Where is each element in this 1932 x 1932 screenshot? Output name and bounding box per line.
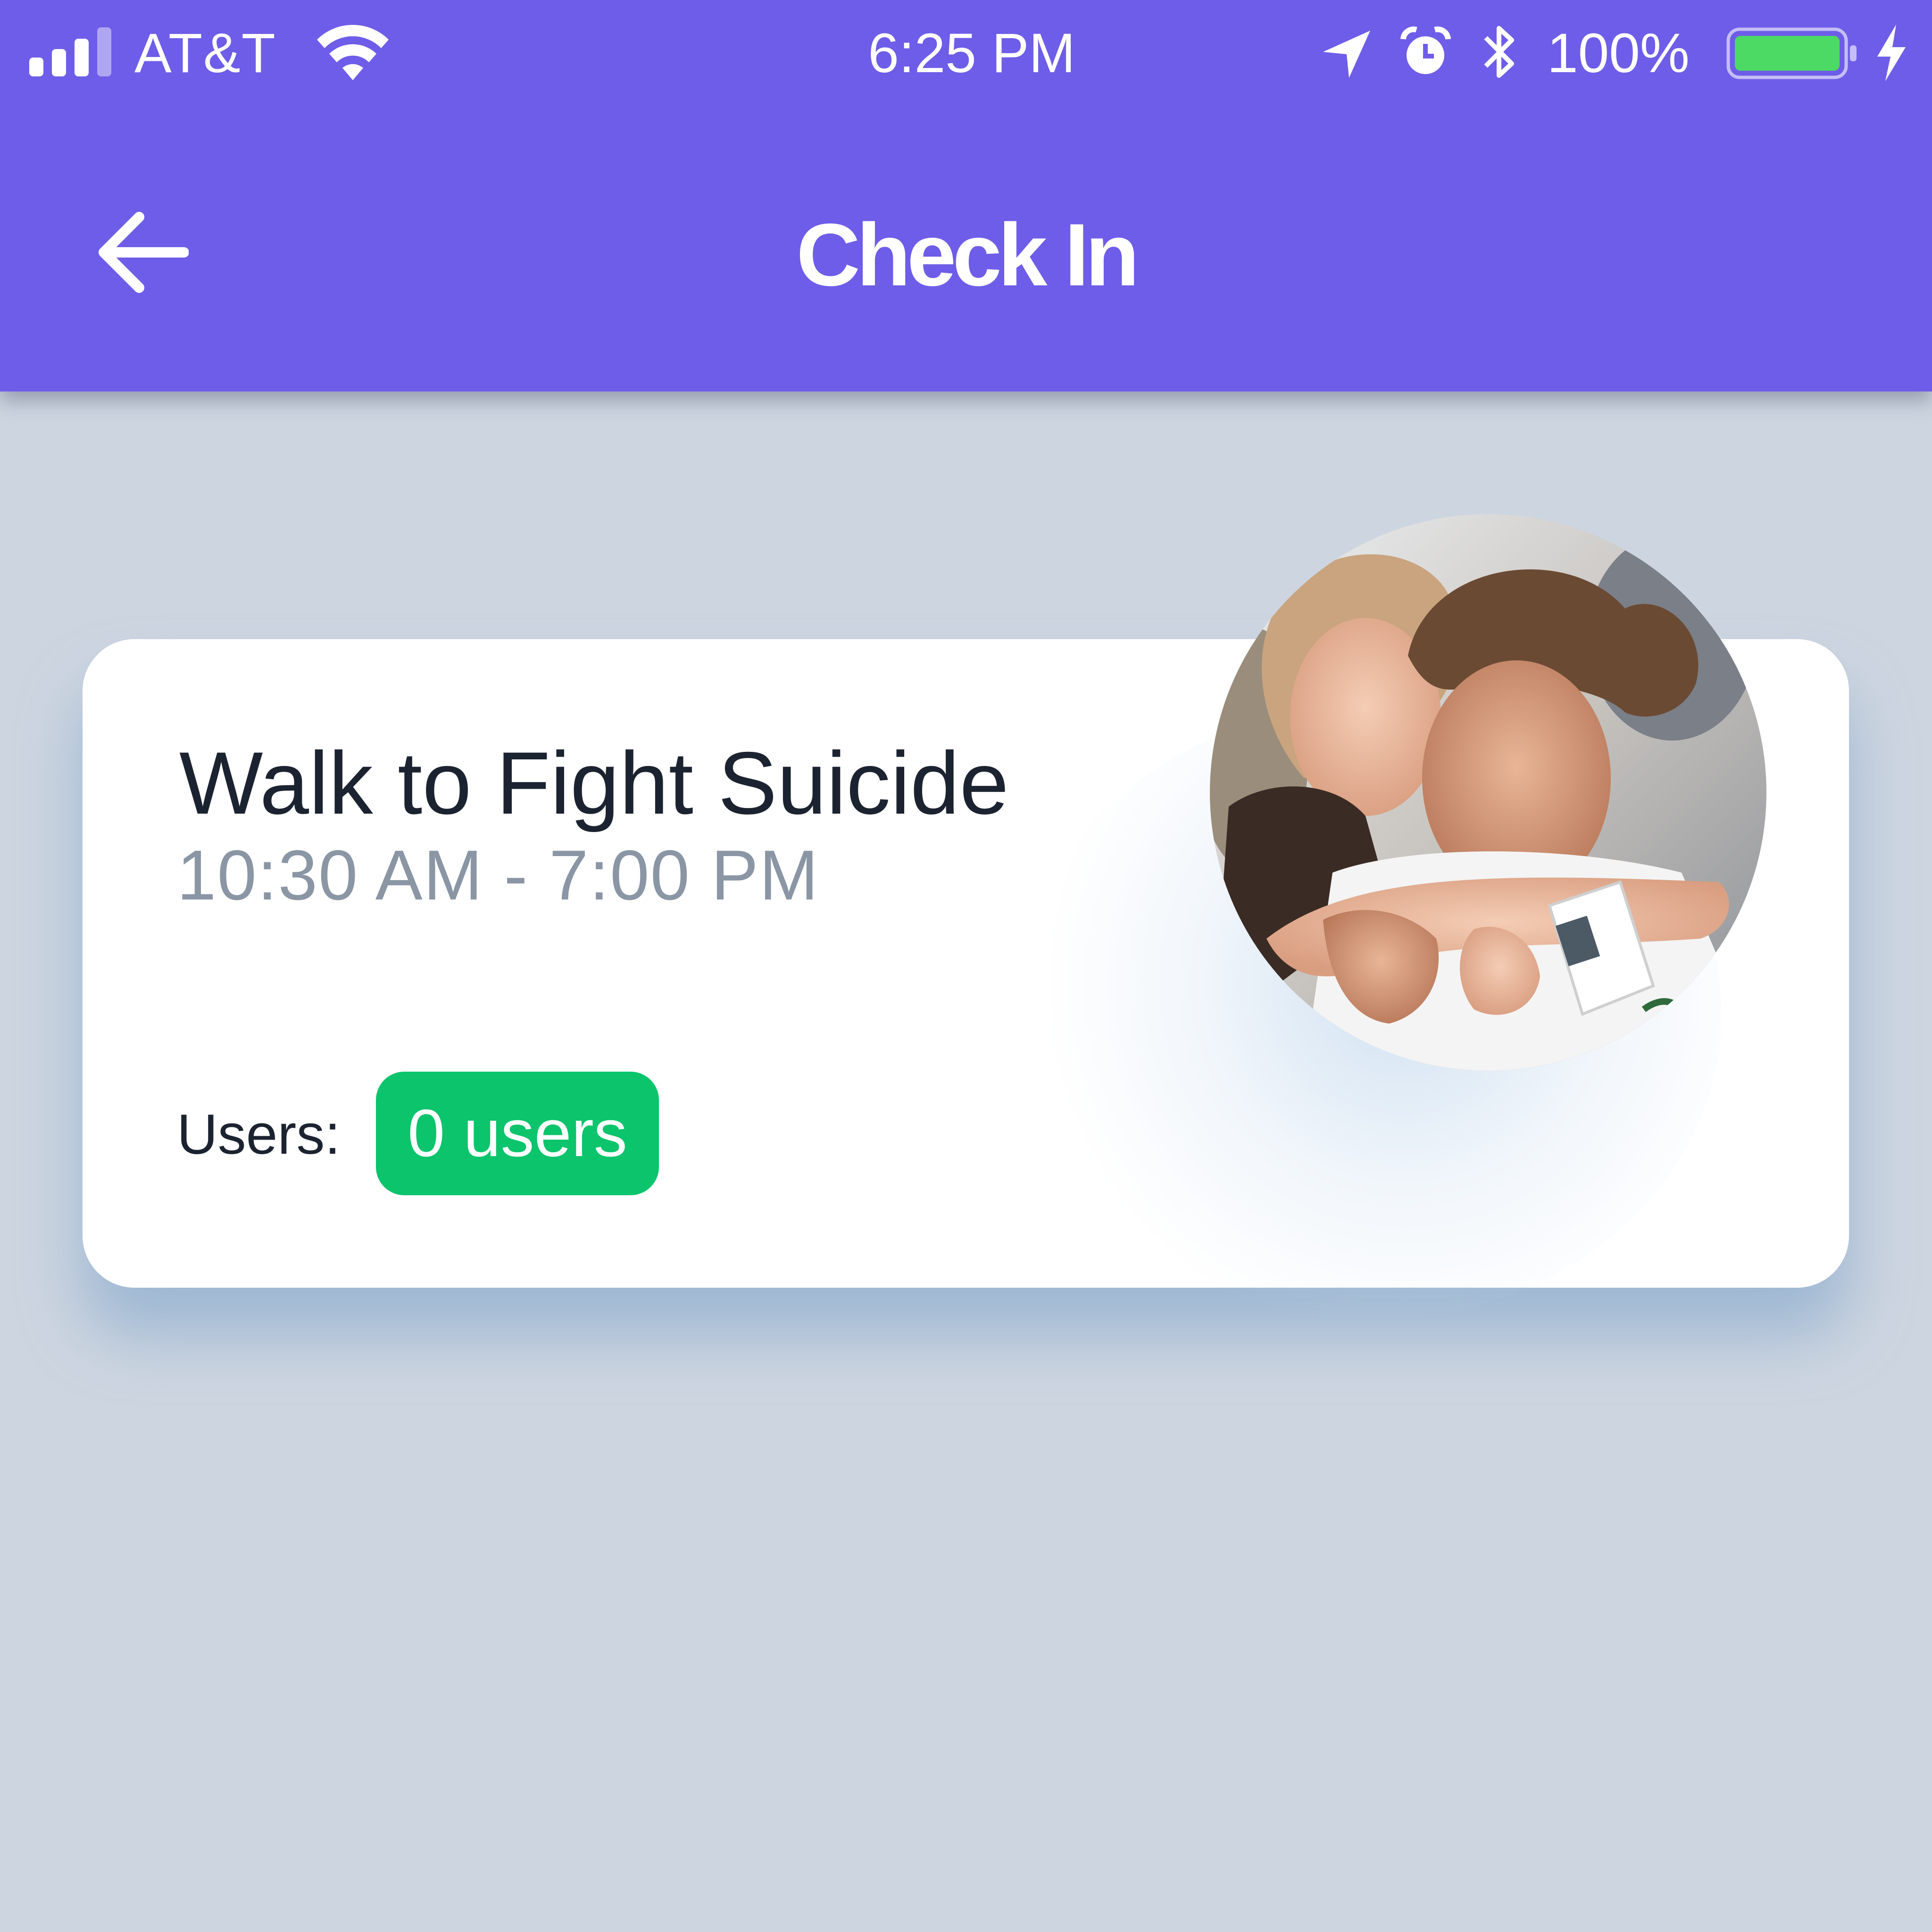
app-bar: AT&T 6:25 PM 100% Check In [0, 0, 1932, 391]
event-photo [1210, 514, 1766, 1071]
app-screen: AT&T 6:25 PM 100% Check In Walk to Fight… [0, 0, 1932, 1932]
status-bar: AT&T 6:25 PM 100% [0, 0, 1932, 108]
navigation-bar: Check In [0, 179, 1932, 321]
users-label: Users: [177, 1103, 341, 1166]
alarm-icon [1400, 26, 1451, 74]
bluetooth-icon [1484, 26, 1514, 78]
page-title: Check In [796, 205, 1140, 304]
status-time: 6:25 PM [868, 22, 1075, 84]
signal-icon [29, 27, 111, 76]
battery-icon [1726, 27, 1857, 79]
users-count-badge[interactable]: 0 users [376, 1072, 659, 1195]
battery-percent: 100% [1547, 22, 1690, 84]
carrier-name: AT&T [134, 22, 276, 84]
wifi-icon [317, 25, 389, 80]
location-arrow-icon [1323, 31, 1370, 78]
charging-bolt-icon [1877, 25, 1906, 81]
event-time: 10:30 AM - 7:00 PM [177, 835, 819, 915]
event-name: Walk to Fight Suicide [179, 733, 1009, 833]
